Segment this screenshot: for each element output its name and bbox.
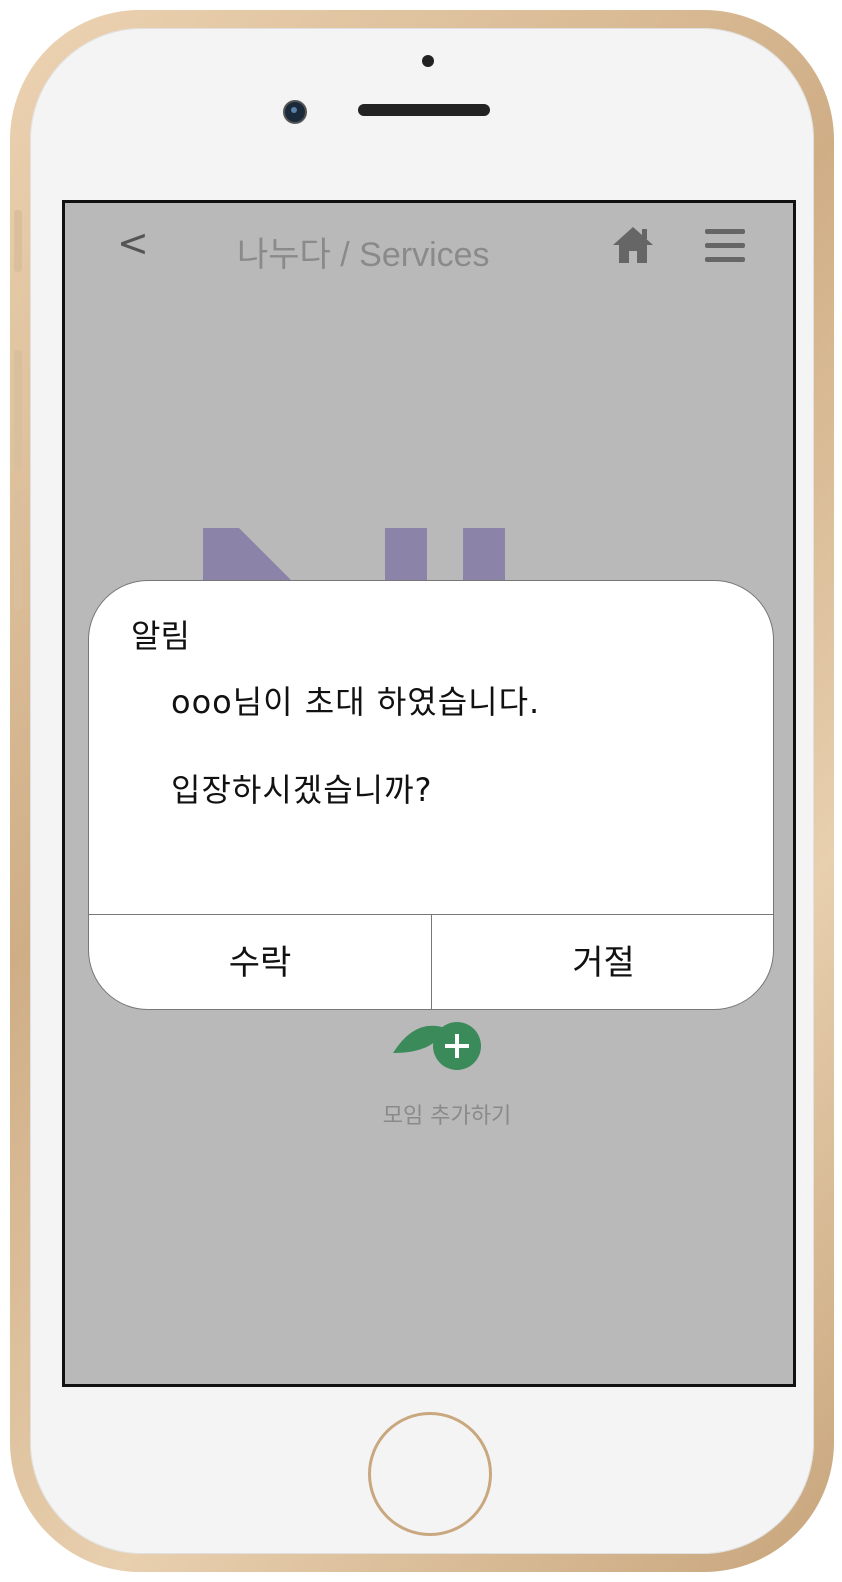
person-add-icon[interactable] (365, 1008, 545, 1158)
dialog-message: ooo님이 초대 하였습니다. (171, 683, 541, 721)
add-group-label[interactable]: 모임 추가하기 (347, 1098, 547, 1130)
back-button[interactable]: < (117, 221, 149, 265)
volume-down-button (14, 490, 22, 610)
proximity-sensor (422, 55, 434, 67)
dialog-question: 입장하시겠습니까? (171, 771, 433, 809)
accept-button[interactable]: 수락 (89, 915, 431, 1009)
page-title: 나누다 / Services (237, 236, 490, 274)
front-camera (283, 100, 307, 124)
earpiece-speaker (358, 104, 490, 116)
hamburger-menu-icon[interactable] (705, 229, 745, 263)
mute-switch (14, 210, 22, 272)
home-icon[interactable] (611, 225, 655, 265)
alert-dialog: 알림 ooo님이 초대 하였습니다. 입장하시겠습니까? 수락 거절 (88, 580, 774, 1010)
top-bar: < 나누다 / Services (65, 203, 793, 283)
home-button[interactable] (368, 1412, 492, 1536)
reject-button[interactable]: 거절 (432, 915, 773, 1009)
volume-up-button (14, 350, 22, 470)
dialog-title: 알림 (131, 617, 190, 655)
